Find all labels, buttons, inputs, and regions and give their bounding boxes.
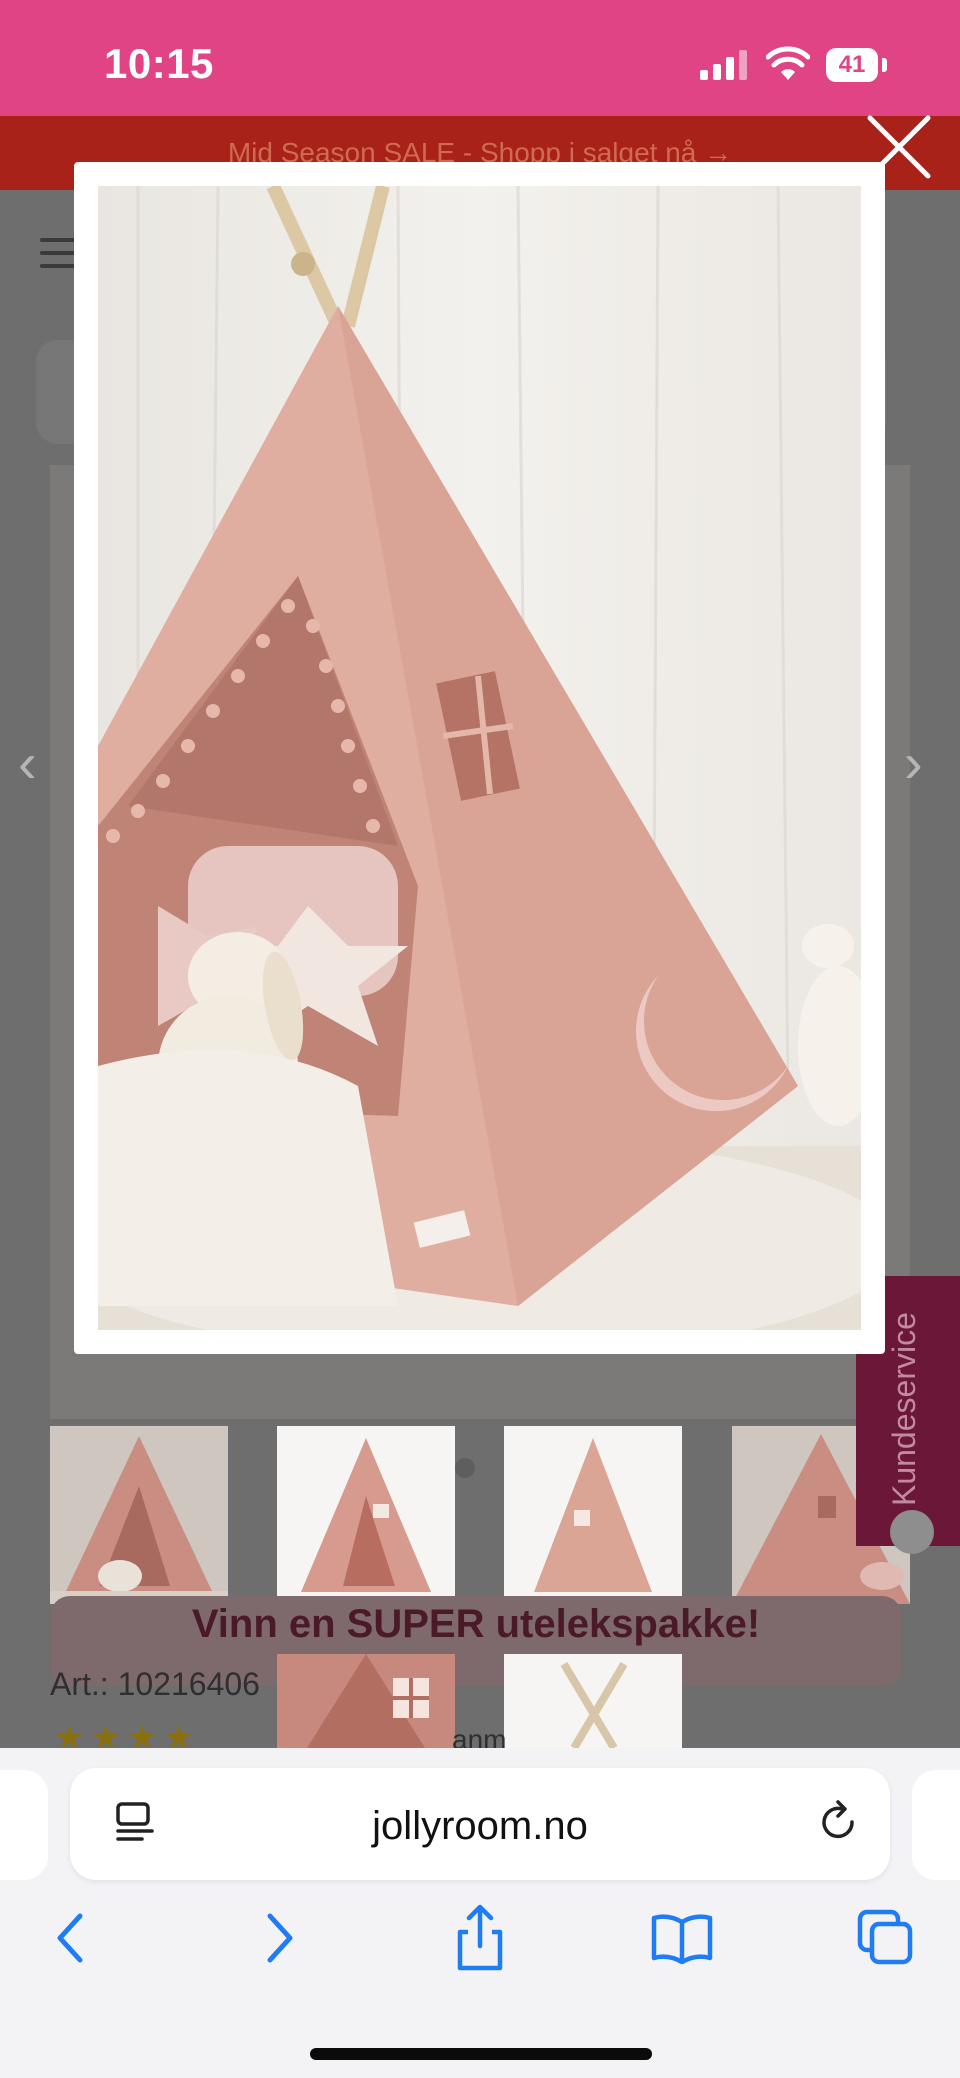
customer-service-label: Kundeservice xyxy=(886,1312,922,1506)
bookmarks-icon[interactable] xyxy=(650,1908,714,1968)
thumbnail-3[interactable] xyxy=(504,1426,682,1604)
reload-icon[interactable] xyxy=(814,1798,862,1846)
battery-indicator: 41 xyxy=(826,48,878,82)
status-time: 10:15 xyxy=(104,40,214,87)
thumbnail-1[interactable] xyxy=(50,1426,228,1604)
menu-icon[interactable] xyxy=(40,238,76,277)
signal-icon xyxy=(700,50,748,80)
thumbnail-2[interactable] xyxy=(277,1426,455,1604)
chevron-right-icon[interactable]: › xyxy=(904,730,923,795)
forward-icon[interactable] xyxy=(258,1908,302,1968)
chat-icon[interactable] xyxy=(890,1510,934,1554)
next-tab-preview[interactable] xyxy=(912,1770,960,1880)
previous-tab-preview[interactable] xyxy=(0,1770,48,1880)
url-text: jollyroom.no xyxy=(372,1804,588,1848)
gallery-dot xyxy=(455,1458,475,1478)
close-icon[interactable] xyxy=(864,112,934,182)
campaign-text: Vinn en SUPER utelekspakke! xyxy=(191,1602,761,1646)
address-bar[interactable]: jollyroom.no xyxy=(70,1768,890,1880)
teepee-tent-photo xyxy=(98,186,861,1330)
chevron-left-icon[interactable]: ‹ xyxy=(18,730,37,795)
battery-tip xyxy=(882,58,887,72)
article-number: Art.: 10216406 xyxy=(50,1666,260,1702)
tabs-icon[interactable] xyxy=(856,1908,916,1968)
wifi-icon xyxy=(766,46,810,80)
thumbnail-5[interactable] xyxy=(277,1654,455,1748)
share-icon[interactable] xyxy=(452,1902,508,1974)
back-icon[interactable] xyxy=(50,1908,94,1968)
home-indicator xyxy=(310,2048,652,2060)
thumbnail-6[interactable] xyxy=(504,1654,682,1748)
